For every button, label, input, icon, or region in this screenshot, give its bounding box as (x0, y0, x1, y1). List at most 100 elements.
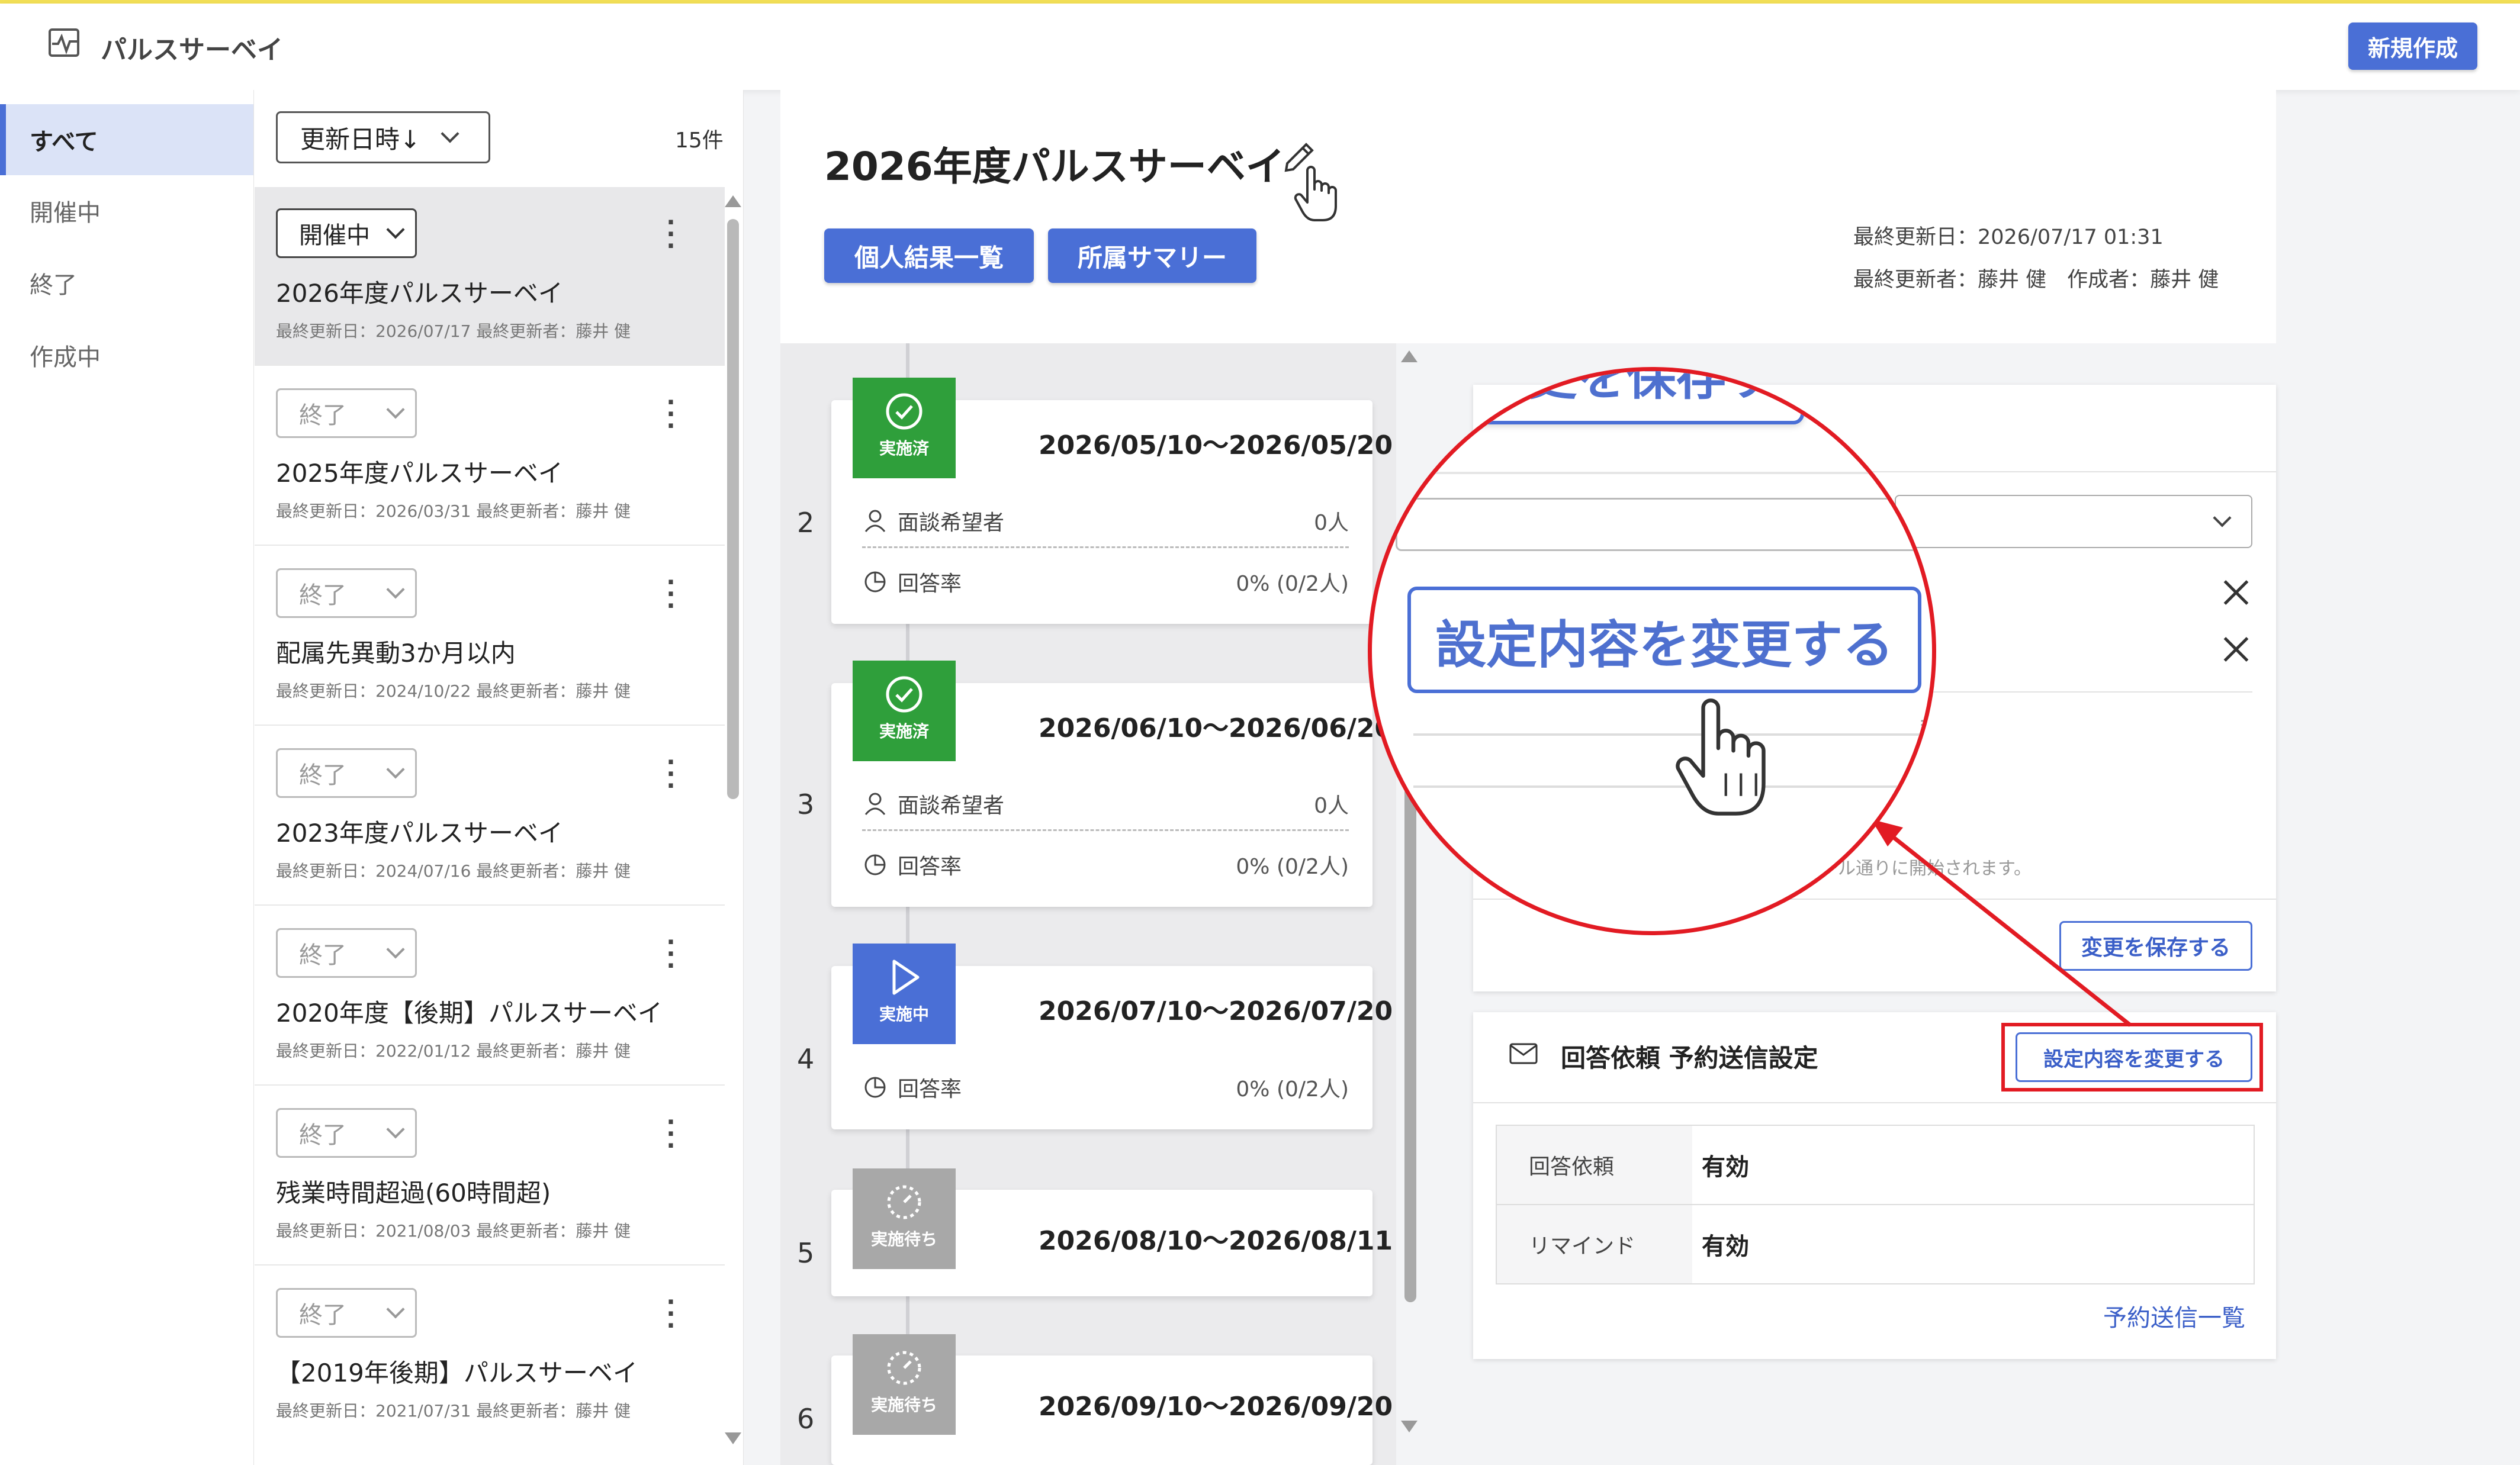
status-dropdown[interactable]: 終了 (276, 568, 417, 618)
status-dropdown[interactable]: 終了 (276, 748, 417, 798)
scroll-down-icon[interactable] (1401, 1421, 1418, 1432)
status-dropdown[interactable]: 開催中 (276, 208, 417, 258)
kv-key: 回答依頼 (1497, 1126, 1692, 1204)
round-number: 4 (797, 1043, 815, 1075)
status-dropdown[interactable]: 終了 (276, 1108, 417, 1158)
pie-chart-icon (864, 571, 886, 593)
more-menu-icon[interactable]: · · · (662, 391, 680, 438)
chevron-down-icon (386, 400, 405, 419)
check-circle-icon (886, 676, 922, 713)
timer-icon (887, 1351, 921, 1385)
status-dropdown[interactable]: 終了 (276, 928, 417, 978)
row-value: 0% (0/2人) (1236, 855, 1349, 879)
row-value: 0人 (1314, 793, 1349, 818)
row-label: 回答率 (898, 1077, 962, 1102)
round-number: 6 (797, 1403, 815, 1435)
survey-list-item[interactable]: 終了 · · · 2025年度パルスサーベイ 最終更新日：2026/03/31 最終… (255, 367, 725, 546)
survey-list-item[interactable]: 終了 · · · 2020年度【後期】パルスサーベイ 最終更新日：2022/01/1… (255, 907, 725, 1086)
close-icon[interactable] (2222, 578, 2251, 607)
round-card[interactable]: 実施待ち 2026/08/10〜2026/08/11 (831, 1168, 1393, 1296)
round-card[interactable]: 実施済 2026/06/10〜2026/06/20 面談希望者 0人 回答率 0… (831, 661, 1393, 907)
scrollbar-thumb[interactable] (727, 219, 739, 799)
scroll-up-icon[interactable] (725, 195, 741, 207)
round-card[interactable]: 実施中 2026/07/10〜2026/07/20 回答率 0% (0/2人) (831, 944, 1393, 1129)
app-header (0, 4, 2520, 90)
survey-meta: 最終更新日：2026/07/17 最終更新者：藤井 健 (276, 321, 631, 341)
status-badge-running: 実施中 (853, 944, 956, 1044)
pie-chart-icon (864, 854, 886, 875)
reservation-list-link[interactable]: 予約送信一覧 (2103, 1299, 2245, 1333)
magnified-save-button: 変更を保存す (1449, 371, 1804, 424)
survey-detail-header (780, 90, 2276, 343)
kv-value: 有効 (1702, 1154, 1749, 1181)
nav-item-all[interactable]: すべて (0, 104, 253, 175)
kv-row: リマインド 有効 (1496, 1204, 2255, 1284)
round-number: 3 (797, 788, 815, 820)
chevron-down-icon (386, 760, 405, 779)
magnified-select (1396, 498, 1932, 551)
more-menu-icon[interactable]: · · · (662, 1110, 680, 1158)
survey-list-item[interactable]: 終了 · · · 2023年度パルスサーベイ 最終更新日：2024/07/16 最終… (255, 727, 725, 906)
survey-list-item[interactable]: 終了 · · · 残業時間超過(60時間超) 最終更新日：2021/08/03 最終… (255, 1087, 725, 1266)
status-badge-done: 実施済 (853, 378, 956, 478)
reservation-title: 回答依頼 予約送信設定 (1561, 1044, 1818, 1073)
survey-name: 2026年度パルスサーベイ (276, 279, 563, 308)
status-badge-done: 実施済 (853, 661, 956, 761)
survey-list-item[interactable]: 終了 · · · 配属先異動3か月以内 最終更新日：2024/10/22 最終更新者… (255, 547, 725, 726)
round-card[interactable]: 実施済 2026/05/10〜2026/05/20 面談希望者 0人 回答率 0… (831, 378, 1393, 624)
status-badge-waiting: 実施待ち (853, 1168, 956, 1269)
chevron-down-icon (2213, 508, 2232, 527)
survey-meta: 最終更新日：2022/01/12 最終更新者：藤井 健 (276, 1041, 631, 1061)
status-badge-waiting: 実施待ち (853, 1334, 956, 1435)
new-survey-button[interactable]: 新規作成 (2348, 22, 2477, 70)
sort-dropdown[interactable]: 更新日時↓ (276, 111, 490, 163)
settings-select[interactable] (1895, 495, 2252, 548)
badge-label: 実施済 (879, 439, 929, 458)
badge-label: 実施待ち (870, 1395, 937, 1415)
nav-item-ended[interactable]: 終了 (0, 247, 253, 318)
chevron-down-icon (386, 580, 405, 599)
survey-name: 2020年度【後期】パルスサーベイ (276, 999, 663, 1028)
round-card[interactable]: 実施待ち 2026/09/10〜2026/09/20 (831, 1334, 1393, 1465)
round-dates: 2026/09/10〜2026/09/20 (1039, 1392, 1393, 1422)
nav-item-draft[interactable]: 作成中 (0, 320, 253, 391)
person-icon (864, 793, 886, 815)
round-dates: 2026/05/10〜2026/05/20 (1039, 430, 1393, 461)
scroll-down-icon[interactable] (725, 1432, 741, 1444)
status-label: 終了 (299, 1302, 346, 1329)
survey-name: 2025年度パルスサーベイ (276, 459, 563, 488)
more-menu-icon[interactable]: · · · (662, 1290, 680, 1338)
status-dropdown[interactable]: 終了 (276, 1288, 417, 1338)
round-dates: 2026/06/10〜2026/06/20 (1039, 713, 1393, 743)
close-icon[interactable] (2222, 635, 2251, 664)
check-circle-icon (886, 393, 922, 430)
badge-label: 実施済 (879, 722, 929, 741)
individual-results-button[interactable]: 個人結果一覧 (824, 228, 1034, 283)
survey-meta: 最終更新日：2026/03/31 最終更新者：藤井 健 (276, 501, 631, 521)
more-menu-icon[interactable]: · · · (662, 571, 680, 618)
more-menu-icon[interactable]: · · · (662, 930, 680, 978)
status-label: 開催中 (299, 222, 370, 249)
list-scrollbar[interactable] (725, 195, 741, 1450)
divider (1924, 691, 2252, 693)
status-dropdown[interactable]: 終了 (276, 388, 417, 438)
more-menu-icon[interactable]: · · · (662, 211, 680, 258)
status-label: 終了 (299, 402, 346, 429)
survey-list-item[interactable]: 終了 · · · 【2019年後期】パルスサーベイ 最終更新日：2021/07/31… (255, 1267, 725, 1465)
person-icon (864, 510, 886, 532)
survey-list-item[interactable]: 開催中 · · · 2026年度パルスサーベイ 最終更新日：2026/07/17 最… (255, 187, 725, 366)
app-title: パルスサーベイ (101, 35, 283, 65)
row-value: 0人 (1314, 510, 1349, 535)
nav-item-active[interactable]: 開催中 (0, 175, 253, 246)
chevron-down-icon (386, 220, 405, 239)
last-updated-date: 最終更新日：2026/07/17 01:31 (1853, 226, 2164, 249)
row-label: 面談希望者 (898, 793, 1005, 818)
magnifier-callout: 変更を保存す 設定内容を変更する = (1368, 367, 1936, 935)
survey-name: 【2019年後期】パルスサーベイ (276, 1358, 638, 1387)
updated-by: 最終更新者：藤井 健 作成者：藤井 健 (1853, 268, 2219, 292)
play-icon (892, 960, 920, 995)
more-menu-icon[interactable]: · · · (662, 751, 680, 798)
department-summary-button[interactable]: 所属サマリー (1048, 228, 1256, 283)
survey-meta: 最終更新日：2024/10/22 最終更新者：藤井 健 (276, 681, 631, 701)
scroll-up-icon[interactable] (1401, 350, 1418, 362)
